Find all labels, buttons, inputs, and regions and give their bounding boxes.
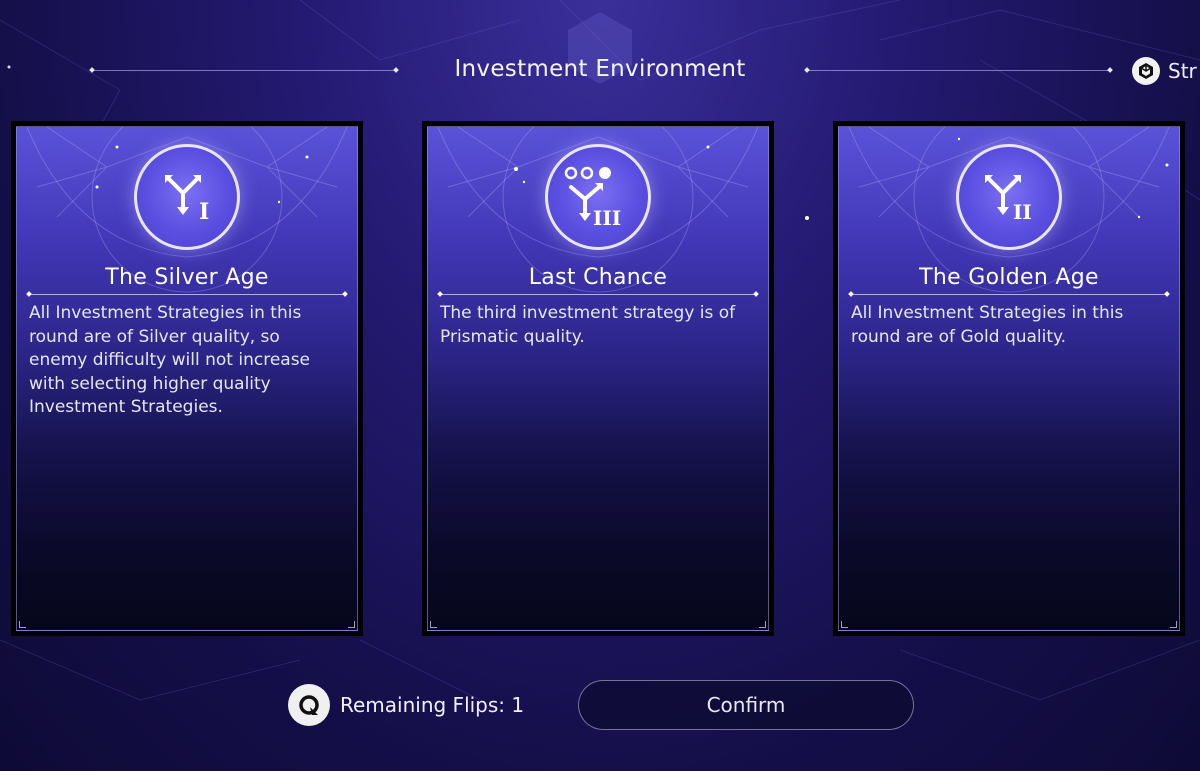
corner-ornament xyxy=(841,621,848,628)
title-divider xyxy=(851,294,1167,295)
refresh-icon xyxy=(288,684,330,726)
cube-icon xyxy=(1132,57,1160,85)
title-divider xyxy=(440,294,756,295)
card-frame: I The Silver Age All Investment Strategi… xyxy=(16,126,358,631)
corner-ornament xyxy=(759,621,766,628)
header-right-line xyxy=(808,70,1110,71)
remaining-flips-label: Remaining Flips: 1 xyxy=(340,693,525,717)
confirm-button-label: Confirm xyxy=(706,693,786,717)
svg-text:II: II xyxy=(1013,200,1032,224)
remaining-flips: Remaining Flips: 1 xyxy=(288,684,524,726)
page-title: Investment Environment xyxy=(454,56,746,82)
card-last-chance[interactable]: III Last Chance The third investment str… xyxy=(422,121,774,636)
confirm-button[interactable]: Confirm xyxy=(578,680,914,730)
branch-arrows-tier-i-icon: I xyxy=(134,144,240,250)
card-description: All Investment Strategies in this round … xyxy=(29,303,311,417)
card-description: All Investment Strategies in this round … xyxy=(851,303,1124,347)
strategy-button[interactable]: Str xyxy=(1132,57,1197,85)
corner-ornament xyxy=(1170,621,1177,628)
card-frame: II The Golden Age All Investment Strateg… xyxy=(838,126,1180,631)
card-silver-age[interactable]: I The Silver Age All Investment Strategi… xyxy=(11,121,363,636)
branch-arrows-tier-iii-icon: III xyxy=(545,144,651,250)
card-golden-age[interactable]: II The Golden Age All Investment Strateg… xyxy=(833,121,1185,636)
card-frame: III Last Chance The third investment str… xyxy=(427,126,769,631)
card-description: The third investment strategy is of Pris… xyxy=(440,303,736,347)
svg-text:I: I xyxy=(199,199,209,225)
card-title: Last Chance xyxy=(528,265,668,290)
corner-ornament xyxy=(430,621,437,628)
header-left-line xyxy=(92,70,397,71)
card-title: The Silver Age xyxy=(105,265,269,290)
branch-arrows-tier-ii-icon: II xyxy=(956,144,1062,250)
card-title: The Golden Age xyxy=(919,265,1099,290)
svg-text:III: III xyxy=(593,206,621,229)
corner-ornament xyxy=(348,621,355,628)
title-divider xyxy=(29,294,345,295)
corner-ornament xyxy=(19,621,26,628)
strategy-button-label: Str xyxy=(1168,59,1197,83)
